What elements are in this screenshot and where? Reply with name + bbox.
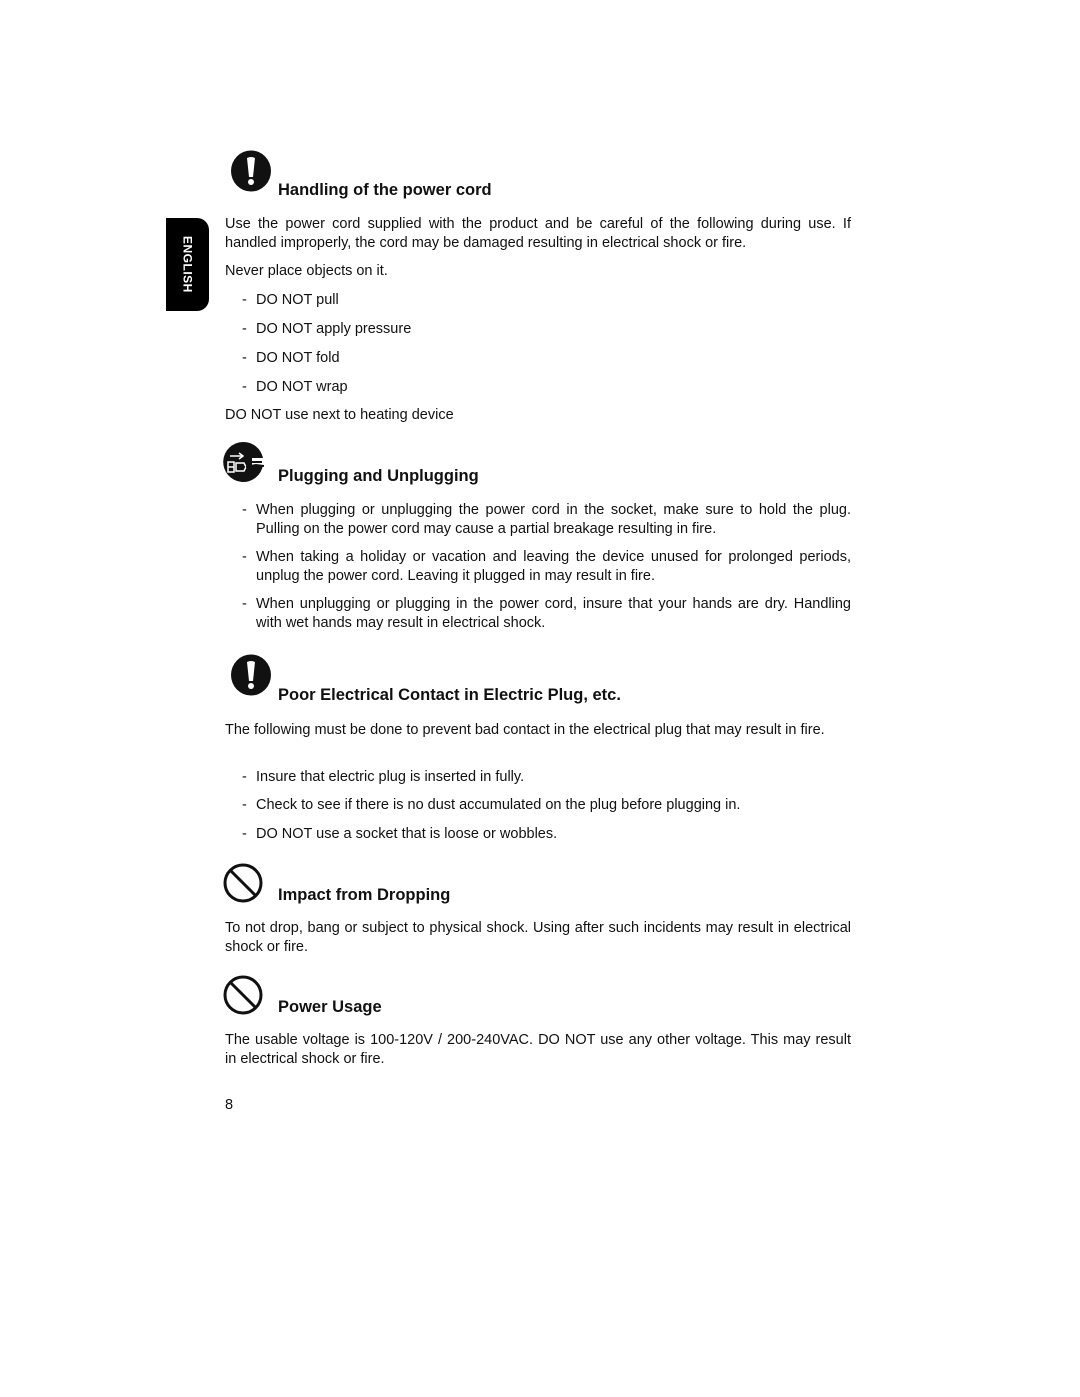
- paragraph: Use the power cord supplied with the pro…: [225, 216, 851, 251]
- list-item: - Check to see if there is no dust accumu…: [242, 797, 741, 813]
- paragraph: Never place objects on it.: [225, 263, 388, 279]
- prohibited-icon: [223, 975, 263, 1015]
- section-heading: Poor Electrical Contact in Electric Plug…: [278, 686, 621, 704]
- section-heading: Plugging and Unplugging: [278, 467, 479, 485]
- list-item: - DO NOT wrap: [242, 379, 348, 395]
- section-heading: Power Usage: [278, 998, 382, 1016]
- list-item: - Insure that electric plug is inserted i…: [242, 769, 525, 785]
- list-item: - DO NOT apply pressure: [242, 321, 412, 337]
- paragraph: DO NOT use next to heating device: [225, 407, 454, 423]
- section-heading: Handling of the power cord: [278, 181, 492, 199]
- language-tab-label: ENGLISH: [180, 236, 195, 293]
- page-number: 8: [225, 1097, 234, 1113]
- list-item: - DO NOT fold: [242, 350, 340, 366]
- paragraph: To not drop, bang or subject to physical…: [225, 920, 851, 955]
- paragraph: The usable voltage is 100-120V / 200-240…: [225, 1032, 851, 1067]
- prohibited-icon: [223, 863, 263, 903]
- list-item: - When taking a holiday or vacation and l…: [242, 549, 851, 584]
- section-heading: Impact from Dropping: [278, 886, 451, 904]
- list-item: - When plugging or unplugging the power c…: [242, 502, 851, 537]
- unplug-icon: [223, 441, 264, 482]
- paragraph: The following must be done to prevent ba…: [225, 722, 825, 738]
- list-item: - DO NOT pull: [242, 292, 339, 308]
- list-item: - When unplugging or plugging in the powe…: [242, 596, 851, 631]
- exclamation-icon: [231, 654, 271, 696]
- language-tab: ENGLISH: [166, 218, 209, 311]
- exclamation-icon: [231, 150, 271, 192]
- list-item: - DO NOT use a socket that is loose or wo…: [242, 826, 558, 842]
